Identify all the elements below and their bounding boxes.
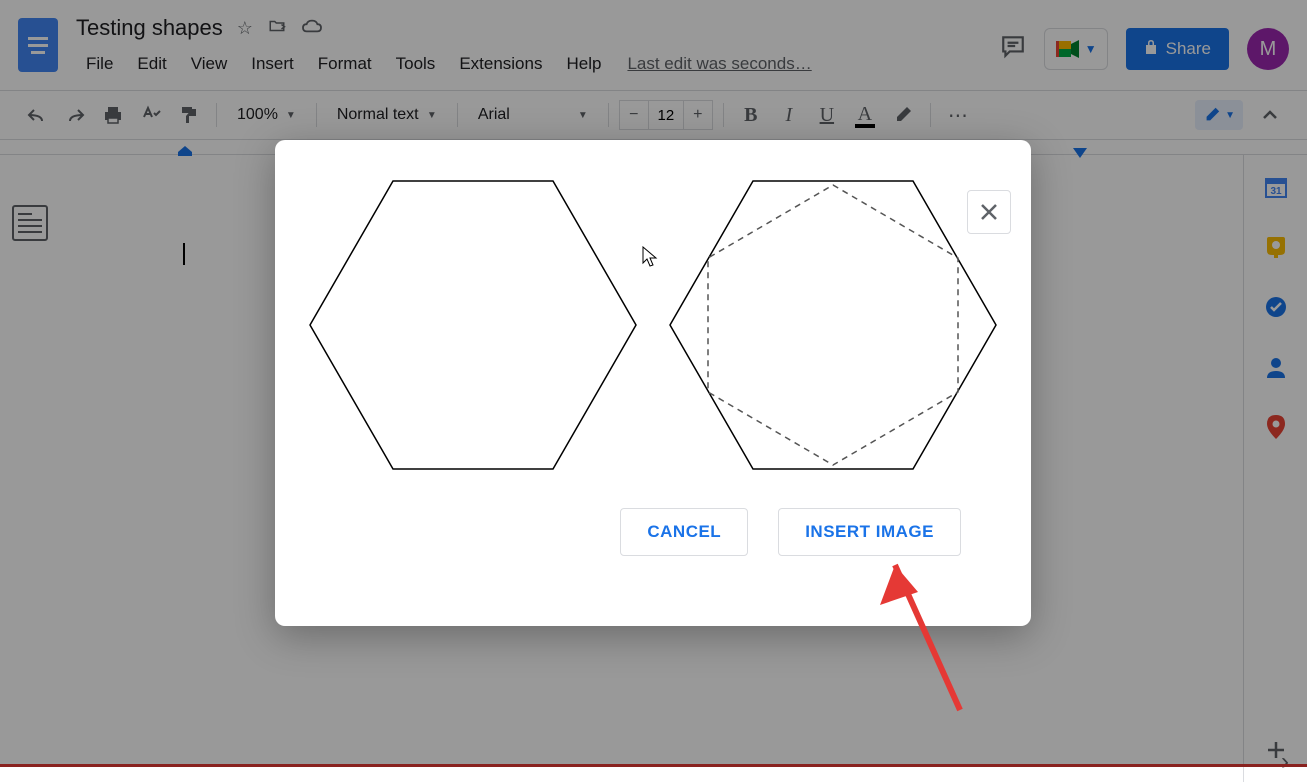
style-dropdown[interactable]: Normal text ▼	[327, 102, 447, 128]
hexagon-shape-left	[308, 180, 638, 470]
menu-edit[interactable]: Edit	[127, 50, 176, 78]
text-cursor	[183, 243, 185, 265]
underline-button[interactable]: U	[810, 98, 844, 132]
cloud-status-icon[interactable]	[301, 17, 323, 40]
dropdown-caret-icon: ▼	[286, 110, 296, 121]
star-icon[interactable]: ☆	[237, 18, 253, 39]
dropdown-caret-icon: ▼	[578, 110, 588, 121]
maps-icon[interactable]	[1264, 415, 1288, 439]
menu-file[interactable]: File	[76, 50, 123, 78]
zoom-dropdown[interactable]: 100% ▼	[227, 102, 306, 128]
dropdown-caret-icon: ▼	[427, 110, 437, 121]
font-dropdown[interactable]: Arial ▼	[468, 102, 598, 128]
print-button[interactable]	[96, 98, 130, 132]
font-size-decrease[interactable]: −	[620, 101, 648, 129]
dropdown-caret-icon: ▼	[1225, 110, 1235, 121]
redo-button[interactable]	[58, 98, 92, 132]
highlight-button[interactable]	[886, 98, 920, 132]
docs-logo[interactable]	[18, 18, 58, 72]
contacts-icon[interactable]	[1264, 355, 1288, 379]
cancel-button[interactable]: CANCEL	[620, 508, 748, 556]
undo-button[interactable]	[20, 98, 54, 132]
annotation-arrow	[870, 560, 970, 725]
last-edit-link[interactable]: Last edit was seconds…	[627, 54, 811, 74]
editing-mode-button[interactable]: ▼	[1195, 100, 1243, 130]
menu-extensions[interactable]: Extensions	[449, 50, 552, 78]
font-size-increase[interactable]: +	[684, 101, 712, 129]
meet-button[interactable]: ▼	[1044, 28, 1108, 70]
tasks-icon[interactable]	[1264, 295, 1288, 319]
hexagon-shape-right	[668, 180, 998, 470]
font-size-input[interactable]	[648, 101, 684, 129]
insert-image-dialog: CANCEL INSERT IMAGE	[275, 140, 1031, 626]
share-label: Share	[1166, 39, 1211, 59]
show-sidepanel-button[interactable]: ›	[1281, 748, 1289, 776]
document-title[interactable]: Testing shapes	[76, 15, 223, 41]
menu-view[interactable]: View	[181, 50, 238, 78]
keep-icon[interactable]	[1264, 235, 1288, 259]
lock-icon	[1144, 39, 1158, 60]
avatar[interactable]: M	[1247, 28, 1289, 70]
svg-text:31: 31	[1270, 186, 1282, 197]
move-icon[interactable]	[267, 17, 287, 40]
collapse-toolbar-button[interactable]	[1253, 98, 1287, 132]
dropdown-caret-icon: ▼	[1085, 42, 1097, 56]
share-button[interactable]: Share	[1126, 28, 1229, 70]
close-button[interactable]	[967, 190, 1011, 234]
mouse-cursor-icon	[642, 246, 660, 273]
calendar-icon[interactable]: 31	[1264, 175, 1288, 199]
spellcheck-button[interactable]	[134, 98, 168, 132]
menu-insert[interactable]: Insert	[241, 50, 304, 78]
menu-format[interactable]: Format	[308, 50, 382, 78]
paint-format-button[interactable]	[172, 98, 206, 132]
text-color-button[interactable]: A	[848, 98, 882, 132]
menu-help[interactable]: Help	[556, 50, 611, 78]
bold-button[interactable]: B	[734, 98, 768, 132]
insert-image-button[interactable]: INSERT IMAGE	[778, 508, 961, 556]
menu-tools[interactable]: Tools	[386, 50, 446, 78]
italic-button[interactable]: I	[772, 98, 806, 132]
comments-icon[interactable]	[1000, 33, 1026, 66]
outline-toggle-button[interactable]	[12, 205, 48, 241]
more-tools-button[interactable]: ⋯	[941, 98, 975, 132]
